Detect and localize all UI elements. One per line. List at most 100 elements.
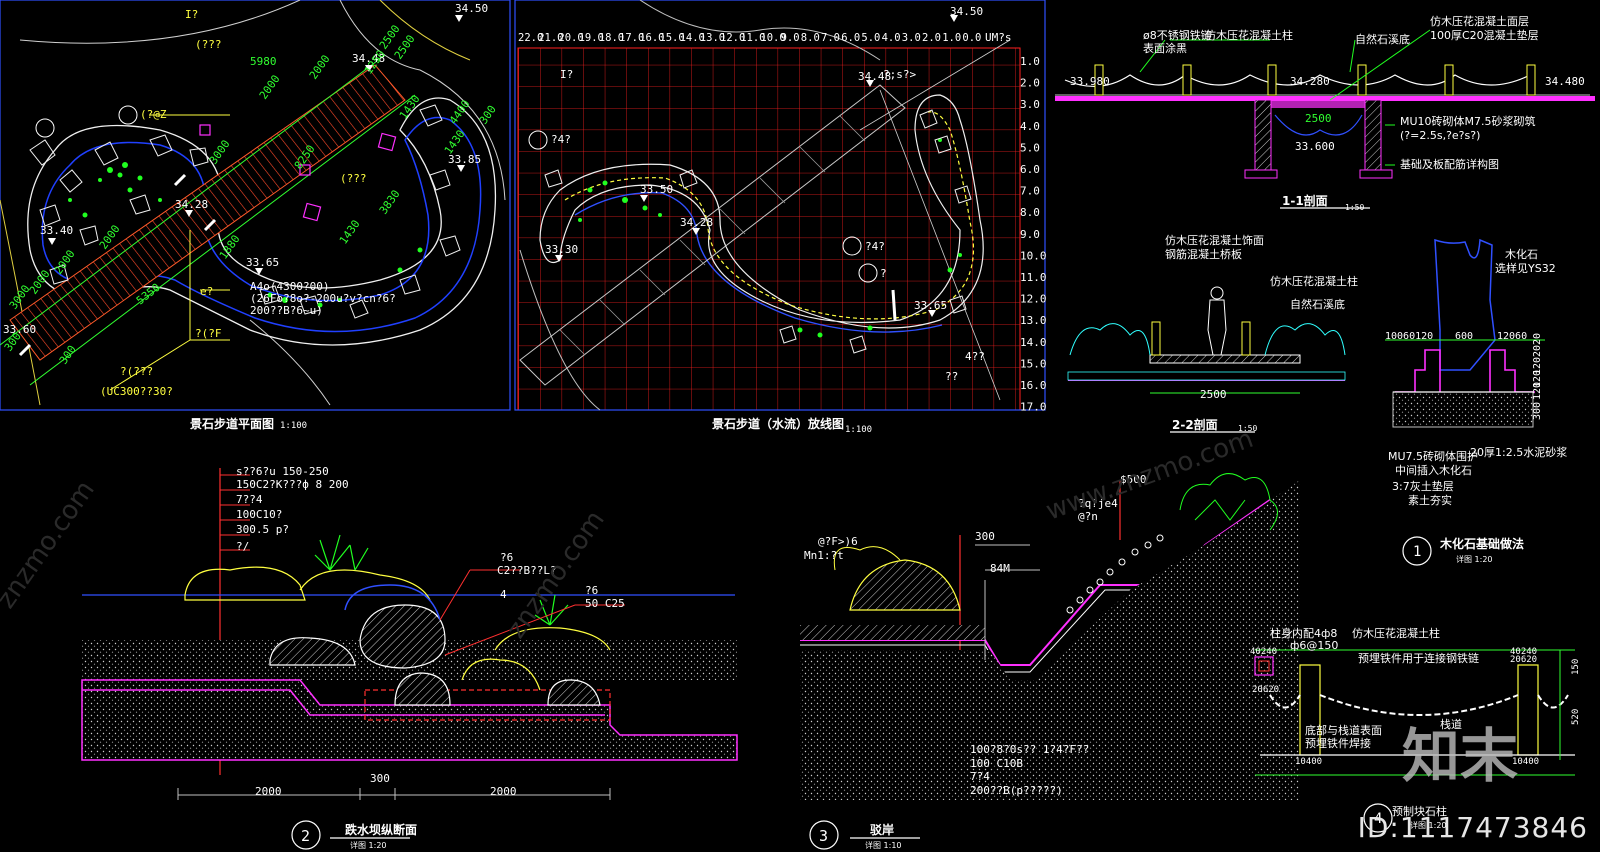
- note: 底部与栈道表面: [1305, 723, 1382, 737]
- note: 仿木压花混凝土饰面: [1165, 233, 1264, 247]
- note: 仿木压花混凝土柱: [1270, 274, 1358, 288]
- post: [1151, 321, 1161, 356]
- note: 7??4: [236, 493, 263, 506]
- note: 100 C10B: [970, 757, 1023, 770]
- water-bed: [1067, 371, 1346, 381]
- callout: ?6: [500, 551, 513, 564]
- axis-tick-label: 8.0: [801, 32, 820, 44]
- dim-label: 20620: [1252, 685, 1279, 695]
- note: 3:7灰土垫层: [1392, 479, 1454, 493]
- section22-notes: 仿木压花混凝土饰面 钢筋混凝土桥板 仿木压花混凝土柱 自然石溪底: [1165, 233, 1358, 311]
- note: 预埋铁件用于连接钢铁链: [1358, 651, 1479, 665]
- chain: [1537, 694, 1569, 709]
- level-label: 33.30: [545, 243, 578, 256]
- note: 100?8?0s?? 1?4?F??: [970, 743, 1089, 756]
- axis-tick-label: 7.0: [821, 32, 840, 44]
- grid-scale: 1:100: [845, 425, 872, 435]
- axis-tick-label: 6.0: [841, 32, 860, 44]
- detail-number: 3: [819, 827, 828, 845]
- axis-tick-label: 11.0: [1020, 271, 1047, 284]
- detail2-scale: 详图 1:20: [350, 840, 387, 850]
- detail2-title: 跌水坝纵断面: [345, 822, 417, 837]
- dim-label: 2000: [257, 73, 283, 102]
- axis-tick-label: 10.0: [1020, 249, 1047, 262]
- axis-tick-label: 9.0: [781, 32, 800, 44]
- note: 柱身内配4ф8: [1270, 626, 1337, 640]
- section22-title: 2-2剖面: [1172, 417, 1218, 432]
- post: [1241, 321, 1251, 356]
- note: (?=2.5s,?e?s?): [1400, 129, 1480, 142]
- axis-tick-label: 5.0: [1020, 141, 1040, 154]
- post-mark: [891, 289, 897, 321]
- note: ??: [945, 370, 958, 383]
- axis-tick-label: 1.0: [1020, 55, 1040, 68]
- dim-label: 300: [370, 772, 390, 785]
- dim-label: 2000: [52, 248, 78, 277]
- detail1-scale: 详图 1:20: [1456, 554, 1493, 564]
- dim-label: 300: [57, 343, 79, 367]
- axis-tick-label: 8.0: [1020, 206, 1040, 219]
- dim-label: 300: [975, 530, 995, 543]
- note: I?: [185, 8, 198, 21]
- note: 仿木压花混凝土柱: [1205, 28, 1293, 42]
- deck-board: [1149, 354, 1301, 364]
- axis-tick-label: 15.0: [1020, 357, 1047, 370]
- note: 仿木压花混凝土面层: [1430, 14, 1529, 28]
- axis-tick-label: 0.0: [962, 32, 981, 44]
- watermark: znzmo.com: [0, 475, 101, 614]
- site-curve: [19, 0, 301, 44]
- id-tag: ID:1117473846: [1357, 811, 1588, 844]
- note: 中间插入木化石: [1395, 463, 1472, 477]
- section11-title: 1-1剖面: [1282, 193, 1328, 208]
- dim-label: 1430: [337, 218, 363, 247]
- note: 100厚C20混凝土垫层: [1430, 28, 1539, 42]
- dim-label: 3000: [207, 138, 233, 167]
- detail1-title: 木化石基础做法: [1439, 536, 1524, 551]
- note: (?@Z: [140, 108, 167, 121]
- dim-label: 2020: [1532, 333, 1543, 357]
- axis-tick-label: 5.0: [861, 32, 880, 44]
- detail-number: 1: [1413, 544, 1421, 560]
- note: @?F>)6: [818, 535, 858, 548]
- note: ?4?: [551, 133, 571, 146]
- note: 4??: [965, 350, 985, 363]
- axis-tick-label: 14.0: [1020, 336, 1047, 349]
- brick-wall-right: [1489, 349, 1535, 393]
- dim-label: 2000: [490, 785, 517, 798]
- callout: 4: [500, 588, 507, 601]
- dim-label: 3830: [377, 188, 403, 217]
- detail-number: 2: [301, 827, 310, 845]
- dim-label: 20620: [1510, 655, 1537, 665]
- cad-drawing: 34.50 34.48 34.28 33.85 33.65 33.40 33.6…: [0, 0, 1595, 850]
- axis-tick-label: 4.0: [1020, 120, 1040, 133]
- setout-grid: [517, 47, 1021, 411]
- note: 84M: [990, 562, 1010, 575]
- note: 200??B?6~u): [250, 304, 323, 317]
- note: ?/: [236, 540, 249, 553]
- shrubs: [1069, 323, 1346, 356]
- detail-2: [81, 468, 738, 850]
- plan-title: 景石步道平面图: [190, 416, 274, 431]
- dim-label: 150: [1571, 659, 1581, 675]
- note: Mn1:?t: [804, 549, 844, 562]
- level-label: 33.50: [640, 183, 673, 196]
- dim-label: 520: [1571, 709, 1581, 725]
- boulder: [849, 559, 961, 611]
- note: ø8不锈钢铁链: [1143, 28, 1212, 42]
- axis-tick-label: 12.0: [1020, 293, 1047, 306]
- note: 自然石溪底: [1290, 297, 1345, 311]
- level-label: 33.40: [40, 224, 73, 237]
- callout-circles: [35, 105, 138, 138]
- top-axis-labels: 22.021.020.019.018.017.016.015.014.013.0…: [518, 32, 981, 44]
- note: MU7.5砖砌体围护: [1388, 449, 1478, 463]
- note: 基础及板配筋详构图: [1400, 157, 1499, 171]
- detail3-title: 驳岸: [870, 822, 894, 837]
- cad-drawing-canvas: 34.50 34.48 34.28 33.85 33.65 33.40 33.6…: [0, 0, 1600, 852]
- dim-label: 1880: [217, 233, 243, 262]
- post-mark: [18, 343, 32, 357]
- note: (UC300??30?: [100, 385, 173, 398]
- axis-tick-label: 9.0: [1020, 228, 1040, 241]
- dim-label: 4400: [447, 98, 473, 127]
- dim-lines: [177, 788, 611, 800]
- logo-watermark: 知末: [1402, 722, 1518, 790]
